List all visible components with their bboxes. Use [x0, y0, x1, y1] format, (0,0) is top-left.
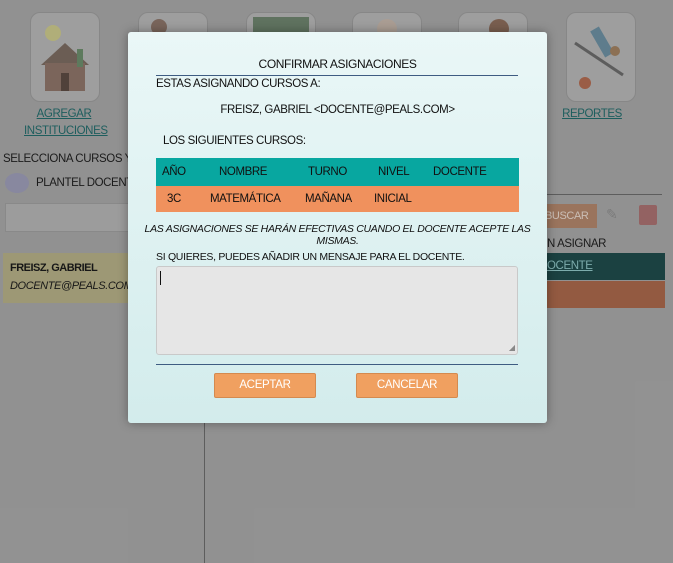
- footer-divider: [156, 364, 518, 365]
- dialog-title: CONFIRMAR ASIGNACIONES: [258, 57, 417, 71]
- courses-table: AÑO NOMBRE TURNO NIVEL DOCENTE 3C MATEMÁ…: [156, 158, 519, 212]
- message-label: SI QUIERES, PUEDES AÑADIR UN MENSAJE PAR…: [156, 251, 465, 263]
- col-nombre: NOMBRE: [219, 166, 268, 178]
- cell-ano: 3C: [167, 193, 181, 205]
- cell-turno: MAÑANA: [305, 193, 352, 205]
- cell-nombre: MATEMÁTICA: [210, 193, 281, 205]
- text-caret: [160, 271, 161, 285]
- resize-grip-icon[interactable]: ◢: [509, 344, 515, 352]
- courses-label: LOS SIGUIENTES CURSOS:: [163, 135, 306, 147]
- message-textarea[interactable]: ◢: [156, 266, 518, 355]
- accept-button[interactable]: ACEPTAR: [214, 373, 316, 398]
- table-row: 3C MATEMÁTICA MAÑANA INICIAL: [156, 186, 519, 212]
- assignee-user: FREISZ, GABRIEL <DOCENTE@PEALS.COM>: [220, 104, 455, 116]
- effective-note: LAS ASIGNACIONES SE HARÁN EFECTIVAS CUAN…: [144, 223, 531, 247]
- col-docente: DOCENTE: [433, 166, 487, 178]
- cancel-button[interactable]: CANCELAR: [356, 373, 458, 398]
- table-header: AÑO NOMBRE TURNO NIVEL DOCENTE: [156, 158, 519, 186]
- col-turno: TURNO: [308, 166, 347, 178]
- title-divider: [156, 75, 518, 76]
- confirm-dialog: CONFIRMAR ASIGNACIONES ESTAS ASIGNANDO C…: [128, 32, 547, 423]
- col-ano: AÑO: [162, 166, 186, 178]
- assigning-label: ESTAS ASIGNANDO CURSOS A:: [156, 78, 321, 90]
- col-nivel: NIVEL: [378, 166, 410, 178]
- cell-nivel: INICIAL: [374, 193, 412, 205]
